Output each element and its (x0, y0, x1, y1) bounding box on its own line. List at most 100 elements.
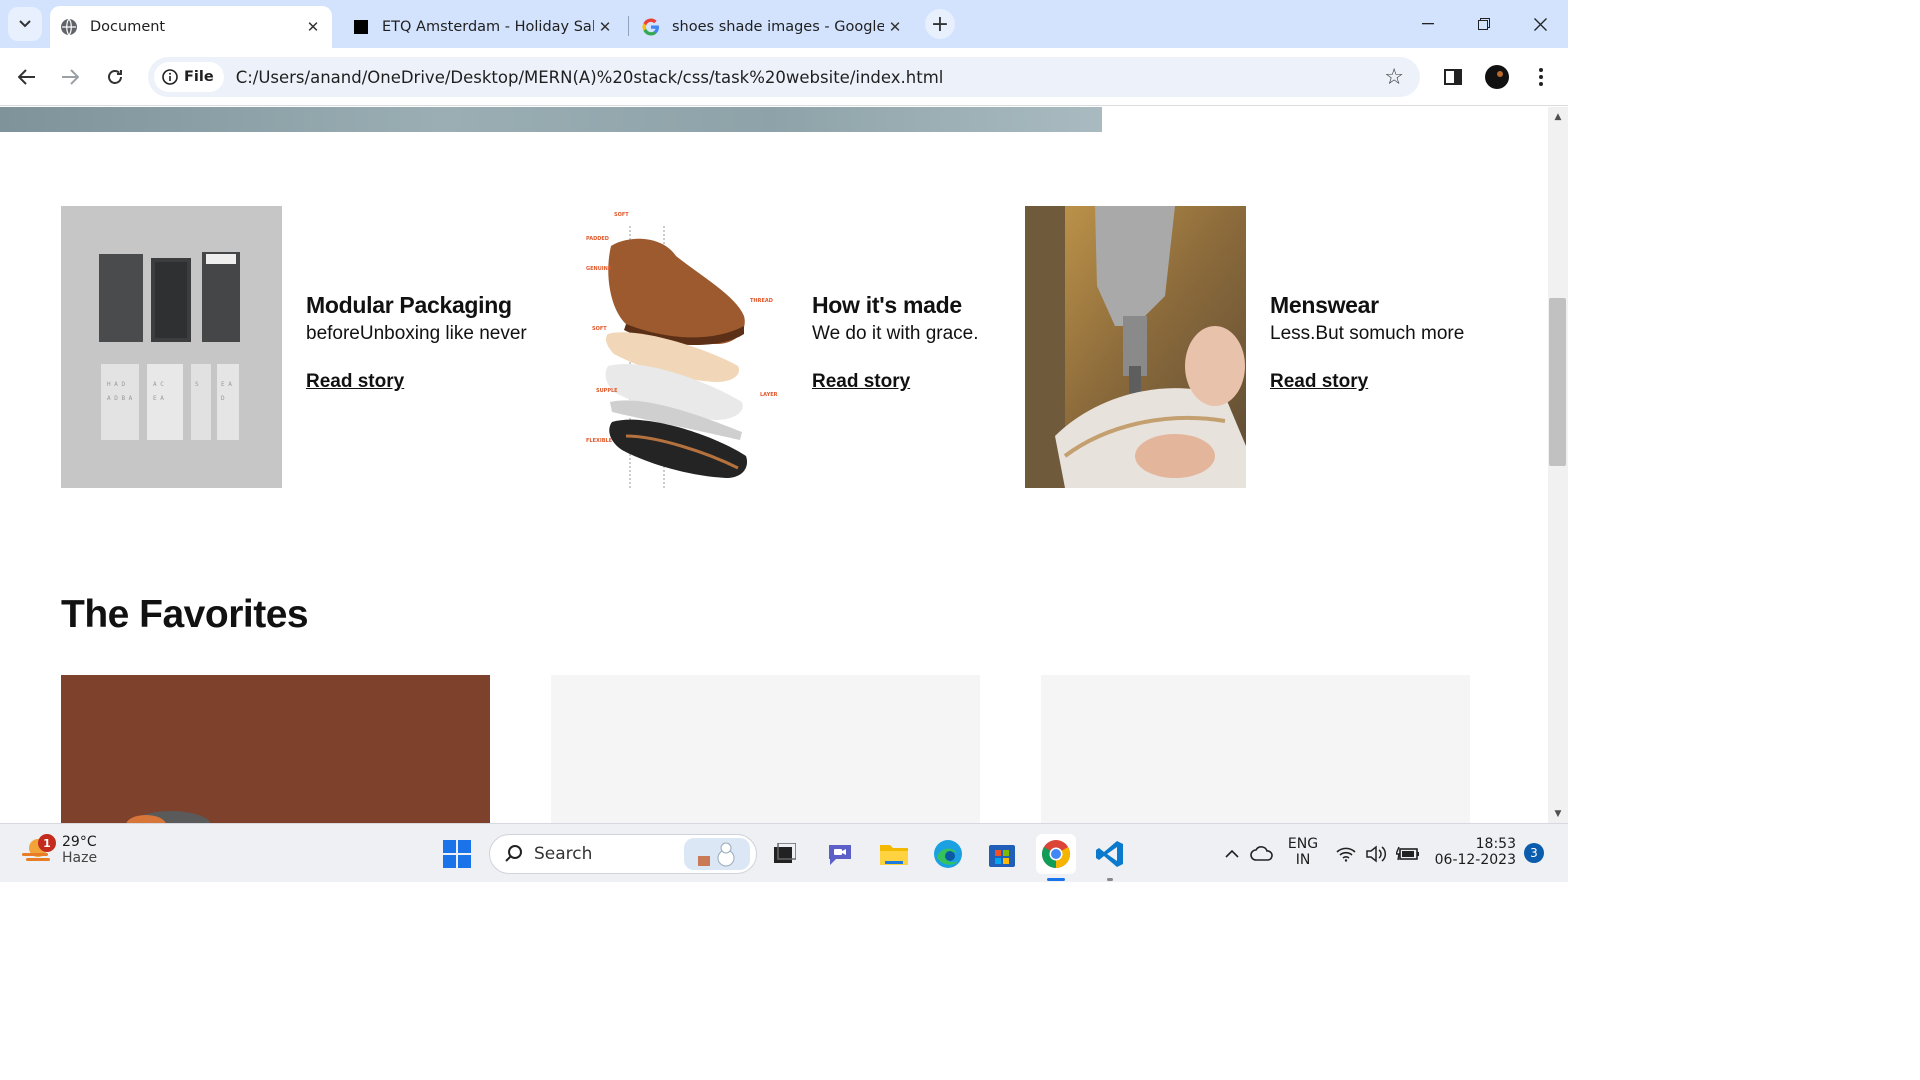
svg-text:A C: A C (153, 381, 164, 388)
volume-button[interactable] (1364, 836, 1390, 872)
plus-icon: + (930, 11, 950, 37)
forward-button[interactable] (53, 60, 87, 94)
weather-widget[interactable]: 29°C Haze (20, 834, 97, 866)
diagram-label: SOFT (614, 212, 629, 218)
vscode-icon (1096, 841, 1123, 867)
shoemaking-machine-image (1025, 206, 1246, 488)
feature-subtitle: Less.But somuch more (1270, 323, 1465, 344)
weather-temperature: 29°C (62, 834, 97, 850)
reload-button[interactable] (98, 60, 132, 94)
teams-chat-button[interactable] (822, 836, 858, 872)
read-story-link[interactable]: Read story (1270, 371, 1368, 393)
minimize-icon (1422, 23, 1434, 25)
packaging-boxes-image: H A D A D B A A C E A S E A D (61, 206, 282, 488)
browser-toolbar: File C:/Users/anand/OneDrive/Desktop/MER… (0, 48, 1568, 106)
favorites-heading: The Favorites (61, 593, 309, 636)
favorite-product-card[interactable] (61, 675, 490, 823)
minimize-button[interactable] (1400, 0, 1456, 48)
region-code: IN (1295, 852, 1311, 868)
hero-image-bottom (0, 107, 1102, 132)
edge-browser-button[interactable] (930, 836, 966, 872)
diagram-label: SOFT (592, 326, 607, 332)
new-tab-button[interactable]: + (925, 9, 955, 39)
task-view-icon (774, 843, 796, 863)
reload-icon (108, 70, 122, 84)
notification-count-badge[interactable]: 3 (1524, 843, 1544, 863)
bookmark-star-icon[interactable]: ☆ (1384, 65, 1404, 90)
avatar-icon (1485, 65, 1509, 89)
menu-button[interactable] (1526, 62, 1556, 92)
read-story-link[interactable]: Read story (812, 371, 910, 393)
shoe-layers-diagram-image: SOFT PADDED GENUINE THREAD SOFT LAYER SU… (566, 206, 787, 488)
restore-icon (1478, 18, 1490, 30)
feature-subtitle: beforeUnboxing like never (306, 323, 527, 344)
scrollbar-thumb[interactable] (1549, 298, 1566, 466)
search-icon (505, 845, 522, 862)
read-story-link[interactable]: Read story (306, 371, 404, 393)
restore-button[interactable] (1456, 0, 1512, 48)
clock-date: 06-12-2023 (1434, 852, 1516, 868)
running-app-indicator (1107, 878, 1113, 881)
tab-google-search[interactable]: shoes shade images - Google S ✕ (632, 6, 914, 48)
vscode-button[interactable] (1092, 836, 1128, 872)
language-code: ENG (1287, 836, 1319, 852)
chevron-up-icon (1225, 850, 1239, 858)
wifi-button[interactable] (1334, 836, 1358, 872)
diagram-label: LAYER (760, 392, 778, 398)
favorite-product-card[interactable] (1041, 675, 1470, 823)
volume-icon (1366, 845, 1387, 863)
svg-text:E A: E A (153, 395, 164, 402)
side-panel-button[interactable] (1438, 62, 1468, 92)
file-explorer-button[interactable] (876, 836, 912, 872)
chrome-icon (1042, 840, 1070, 868)
search-placeholder: Search (534, 844, 593, 864)
scroll-down-arrow-icon[interactable]: ▼ (1548, 806, 1568, 822)
weather-badge: 1 (38, 834, 56, 852)
product-image (61, 675, 490, 823)
tab-separator (628, 16, 629, 36)
page-viewport: H A D A D B A A C E A S E A D Modular Packagin… (0, 107, 1548, 823)
battery-charging-icon (1396, 846, 1419, 861)
close-tab-icon[interactable]: ✕ (594, 16, 616, 38)
tab-document[interactable]: Document ✕ (50, 6, 332, 48)
address-bar[interactable]: File C:/Users/anand/OneDrive/Desktop/MER… (148, 57, 1420, 97)
taskbar-search-box[interactable]: Search (489, 834, 757, 874)
microsoft-store-button[interactable] (984, 836, 1020, 872)
store-icon (989, 845, 1015, 867)
svg-text:A D B A: A D B A (107, 395, 133, 402)
task-view-button[interactable] (766, 836, 802, 872)
diagram-label: FLEXIBLE (586, 438, 613, 444)
clock-time: 18:53 (1475, 836, 1516, 852)
start-button[interactable] (439, 836, 475, 872)
svg-text:E A: E A (221, 381, 232, 388)
tab-title: Document (90, 19, 166, 35)
feature-title: Modular Packaging (306, 292, 512, 318)
svg-text:D: D (221, 395, 225, 402)
folder-icon (880, 845, 908, 865)
profile-avatar[interactable] (1482, 62, 1512, 92)
svg-text:H A D: H A D (107, 381, 125, 388)
tab-etq-amsterdam[interactable]: ETQ Amsterdam - Holiday Sale ✕ (342, 6, 624, 48)
onedrive-button[interactable] (1244, 836, 1280, 872)
tab-search-button[interactable] (8, 7, 42, 41)
feature-title: How it's made (812, 292, 962, 318)
feature-title: Menswear (1270, 292, 1379, 318)
forward-arrow-icon (62, 69, 79, 85)
diagram-label: PADDED (586, 236, 609, 242)
back-button[interactable] (10, 60, 44, 94)
chrome-button[interactable] (1036, 834, 1076, 874)
favorite-product-card[interactable] (551, 675, 980, 823)
clock[interactable]: 18:53 06-12-2023 (1434, 836, 1516, 868)
diagram-label: GENUINE (586, 266, 612, 272)
close-tab-icon[interactable]: ✕ (884, 16, 906, 38)
scroll-up-arrow-icon[interactable]: ▲ (1548, 109, 1568, 125)
close-tab-icon[interactable]: ✕ (302, 16, 324, 38)
google-g-icon (642, 18, 660, 36)
battery-button[interactable] (1394, 836, 1422, 872)
diagram-label: THREAD (750, 298, 773, 304)
site-info-chip[interactable]: File (154, 62, 224, 92)
language-indicator[interactable]: ENG IN (1282, 836, 1324, 868)
close-window-button[interactable] (1512, 0, 1568, 48)
svg-text:S: S (195, 381, 199, 388)
windows-taskbar: 29°C Haze 1 Search ENG IN 18:53 06-12-20… (0, 823, 1568, 882)
